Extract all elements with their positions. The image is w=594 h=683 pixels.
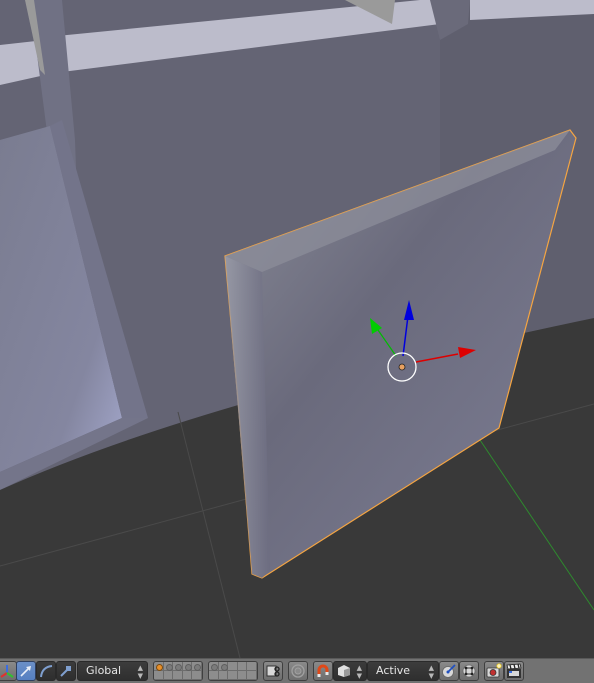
dropdown-arrows-icon: ▲ ▼ xyxy=(137,664,143,680)
align-rotation-button[interactable] xyxy=(439,661,459,681)
layer-2-button[interactable] xyxy=(163,662,174,671)
layer-13-button[interactable] xyxy=(173,671,183,680)
layer-10-button[interactable] xyxy=(247,662,257,671)
object-origin xyxy=(398,363,406,371)
proportional-editing-button[interactable] xyxy=(288,661,308,681)
layer-occupied-dot xyxy=(194,664,202,671)
project-individual-elements-button[interactable] xyxy=(459,661,479,681)
lock-camera-layers-button[interactable] xyxy=(263,661,283,681)
align-rotation-icon xyxy=(440,662,458,680)
snap-element-dropdown[interactable]: ▲ ▼ xyxy=(333,661,367,681)
layer-5-button[interactable] xyxy=(192,662,202,671)
snap-toggle-button[interactable] xyxy=(313,661,333,681)
snap-project-icon xyxy=(460,662,478,680)
layer-14-button[interactable] xyxy=(182,671,193,680)
layer-active-dot xyxy=(156,664,163,671)
layer-occupied-dot xyxy=(175,664,183,671)
snap-target-value: Active xyxy=(376,664,411,677)
layer-buttons-group-1 xyxy=(153,661,203,681)
3d-view-header: Global ▲ ▼ ▲ ▼ Active ▲ ▼ xyxy=(0,658,594,683)
opengl-render-icon xyxy=(485,662,503,680)
axis-manipulator-icon xyxy=(0,662,16,680)
translate-manipulator-button[interactable] xyxy=(16,661,36,681)
transform-orientation-value: Global xyxy=(86,664,122,677)
dropdown-arrows-icon: ▲ ▼ xyxy=(428,664,434,680)
layer-8-button[interactable] xyxy=(228,662,238,671)
rotate-manipulator-button[interactable] xyxy=(36,661,56,681)
layer-15-button[interactable] xyxy=(192,671,202,680)
layer-9-button[interactable] xyxy=(237,662,248,671)
lock-layers-icon xyxy=(264,662,282,680)
layer-17-button[interactable] xyxy=(218,671,229,680)
magnet-icon xyxy=(314,662,332,680)
layer-16-button[interactable] xyxy=(209,671,219,680)
manipulator-toggle[interactable] xyxy=(0,661,17,681)
viewport-scene xyxy=(0,0,594,658)
scale-icon xyxy=(57,662,75,680)
rotate-arc-icon xyxy=(37,662,55,680)
layer-7-button[interactable] xyxy=(218,662,229,671)
layer-6-button[interactable] xyxy=(209,662,219,671)
layer-4-button[interactable] xyxy=(182,662,193,671)
layer-20-button[interactable] xyxy=(247,671,257,680)
opengl-render-button[interactable] xyxy=(484,661,504,681)
layer-occupied-dot xyxy=(165,664,173,671)
transform-orientation-dropdown[interactable]: Global ▲ ▼ xyxy=(77,661,148,681)
layer-3-button[interactable] xyxy=(173,662,183,671)
layer-occupied-dot xyxy=(184,664,192,671)
translate-arrow-icon xyxy=(17,662,35,680)
layer-19-button[interactable] xyxy=(237,671,248,680)
layer-12-button[interactable] xyxy=(163,671,174,680)
layer-occupied-dot xyxy=(220,664,228,671)
scale-manipulator-button[interactable] xyxy=(56,661,76,681)
proportional-edit-icon xyxy=(289,662,307,680)
cube-icon xyxy=(334,662,354,680)
layer-18-button[interactable] xyxy=(228,671,238,680)
opengl-render-animation-button[interactable] xyxy=(504,661,524,681)
clapperboard-icon xyxy=(505,662,523,680)
layer-1-button[interactable] xyxy=(154,662,164,671)
snap-target-dropdown[interactable]: Active ▲ ▼ xyxy=(367,661,439,681)
layer-occupied-dot xyxy=(211,664,218,671)
layer-11-button[interactable] xyxy=(154,671,164,680)
layer-buttons-group-2 xyxy=(208,661,258,681)
dropdown-arrows-icon: ▲ ▼ xyxy=(356,664,362,680)
3d-viewport[interactable] xyxy=(0,0,594,658)
